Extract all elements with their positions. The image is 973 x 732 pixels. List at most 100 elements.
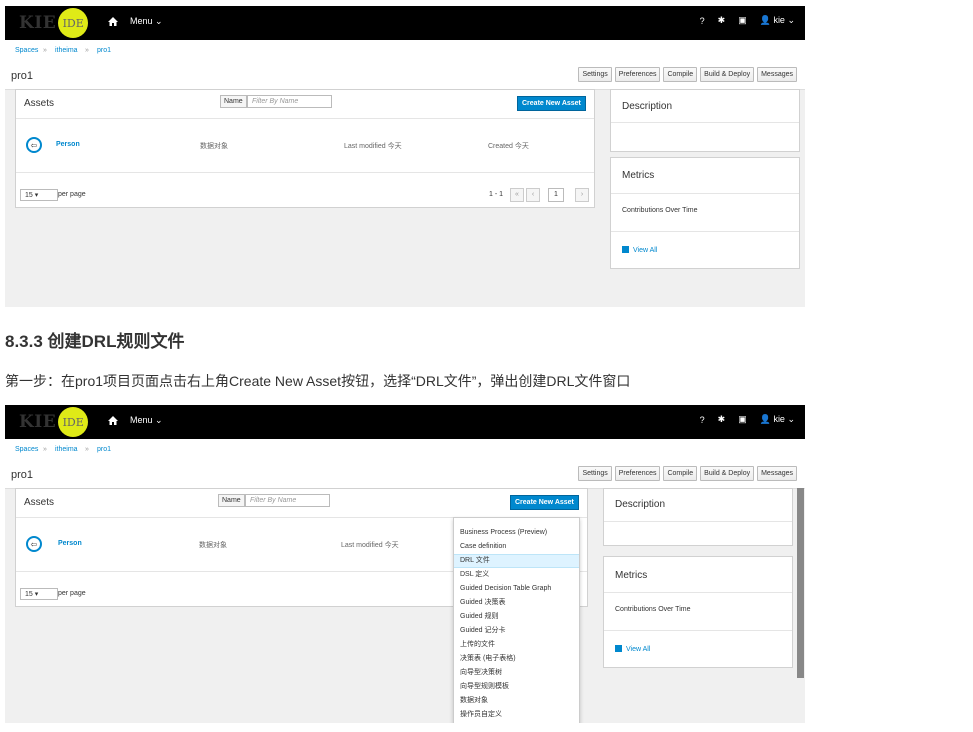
user-icon: 👤 xyxy=(759,15,771,25)
breadcrumb-sep: » xyxy=(85,47,89,54)
per-page-value: 15 xyxy=(25,591,33,598)
top-navbar: KIE IDE Menu ⌄ ? ✱ ▣ 👤 kie ⌄ xyxy=(5,405,805,439)
dropdown-item[interactable]: Business Process (Preview) xyxy=(454,526,579,540)
build-deploy-button[interactable]: Build & Deploy xyxy=(700,67,755,82)
messages-button[interactable]: Messages xyxy=(757,466,797,481)
compile-button[interactable]: Compile xyxy=(663,67,698,82)
compile-button[interactable]: Compile xyxy=(663,466,698,481)
home-icon[interactable] xyxy=(108,17,118,26)
help-icon[interactable]: ? xyxy=(700,16,705,26)
metrics-panel: Metrics Contributions Over Time View All xyxy=(610,157,800,269)
prev-page-button[interactable]: ‹ xyxy=(526,188,540,202)
view-all-link[interactable]: View All xyxy=(622,246,657,254)
per-page-select[interactable]: 15 ▾ xyxy=(20,189,58,201)
build-deploy-button[interactable]: Build & Deploy xyxy=(700,466,755,481)
logo-kie-text: KIE xyxy=(19,412,57,432)
dropdown-item[interactable]: Guided 决策表 xyxy=(454,596,579,610)
description-title: Description xyxy=(615,499,666,510)
vertical-scrollbar[interactable] xyxy=(797,488,804,678)
dropdown-item[interactable]: 向导型决策树 xyxy=(454,666,579,680)
menu-dropdown[interactable]: Menu ⌄ xyxy=(130,16,163,27)
breadcrumb-org[interactable]: itheima xyxy=(55,446,78,453)
user-menu[interactable]: 👤 kie ⌄ xyxy=(760,15,795,26)
metrics-title: Metrics xyxy=(622,170,655,181)
user-menu[interactable]: 👤 kie ⌄ xyxy=(760,414,795,425)
gear-icon[interactable]: ✱ xyxy=(718,15,726,26)
name-filter-label: Name xyxy=(220,95,247,108)
dropdown-item[interactable]: DRL 文件 xyxy=(454,554,579,568)
next-page-button[interactable]: › xyxy=(575,188,589,202)
dropdown-item[interactable]: Case definition xyxy=(454,540,579,554)
dropdown-item[interactable]: 向导型规则模板 xyxy=(454,680,579,694)
user-name: kie xyxy=(773,414,785,424)
help-icon[interactable]: ? xyxy=(700,415,705,425)
view-all-label: View All xyxy=(626,646,651,653)
dropdown-item[interactable]: 上传的文件 xyxy=(454,638,579,652)
name-filter-input[interactable]: Filter By Name xyxy=(247,95,332,108)
asset-created: Created 今天 xyxy=(488,143,529,150)
dropdown-item[interactable]: Guided 记分卡 xyxy=(454,624,579,638)
external-link-icon xyxy=(622,246,629,253)
section-heading: 8.3.3 创建DRL规则文件 xyxy=(5,332,185,351)
view-all-link[interactable]: View All xyxy=(615,645,650,653)
preferences-button[interactable]: Preferences xyxy=(614,67,661,82)
home-icon[interactable] xyxy=(108,416,118,425)
assets-title: Assets xyxy=(24,98,55,109)
breadcrumb-project[interactable]: pro1 xyxy=(97,47,111,54)
metrics-title: Metrics xyxy=(615,570,648,581)
breadcrumb-spaces[interactable]: Spaces xyxy=(15,446,38,453)
briefcase-icon[interactable]: ▣ xyxy=(738,414,747,425)
first-page-button[interactable]: « xyxy=(510,188,524,202)
menu-dropdown[interactable]: Menu ⌄ xyxy=(130,415,163,426)
dropdown-item[interactable]: 操作员自定义 xyxy=(454,708,579,722)
table-row[interactable]: ⇦ Person 数据对象 Last modified 今天 Created 今… xyxy=(16,118,594,173)
preferences-button[interactable]: Preferences xyxy=(614,466,661,481)
create-new-asset-button[interactable]: Create New Asset xyxy=(510,495,579,510)
name-filter-input[interactable]: Filter By Name xyxy=(245,494,330,507)
asset-name-link[interactable]: Person xyxy=(58,540,82,547)
gear-icon[interactable]: ✱ xyxy=(718,414,726,425)
dropdown-item[interactable]: DSL 定义 xyxy=(454,568,579,582)
data-object-icon: ⇦ xyxy=(26,137,42,153)
step-paragraph: 第一步：在pro1项目页面点击右上角Create New Asset按钮，选择“… xyxy=(5,373,631,389)
breadcrumb-spaces[interactable]: Spaces xyxy=(15,47,38,54)
asset-last-modified: Last modified 今天 xyxy=(344,143,402,150)
name-filter-label: Name xyxy=(218,494,245,507)
asset-type: 数据对象 xyxy=(199,542,227,549)
dropdown-item[interactable]: Guided Decision Table Graph xyxy=(454,582,579,596)
chevron-down-icon: ⌄ xyxy=(155,415,163,425)
page-title: pro1 xyxy=(11,70,34,82)
chevron-down-icon: ⌄ xyxy=(155,16,163,26)
breadcrumb-org[interactable]: itheima xyxy=(55,47,78,54)
dropdown-item[interactable]: Guided 规则 xyxy=(454,610,579,624)
data-object-icon: ⇦ xyxy=(26,536,42,552)
kie-ide-logo[interactable]: KIE IDE xyxy=(19,8,89,38)
briefcase-icon[interactable]: ▣ xyxy=(738,15,747,26)
top-navbar: KIE IDE Menu ⌄ ? ✱ ▣ 👤 kie ⌄ xyxy=(5,6,805,40)
asset-name-link[interactable]: Person xyxy=(56,141,80,148)
create-asset-dropdown-menu: Business Process (Preview) Case definitio… xyxy=(453,517,580,723)
contributions-label: Contributions Over Time xyxy=(615,606,691,613)
logo-kie-text: KIE xyxy=(19,13,57,33)
project-header: pro1 Settings Preferences Compile Build … xyxy=(5,61,805,90)
menu-label: Menu xyxy=(130,415,153,425)
breadcrumb-project[interactable]: pro1 xyxy=(97,446,111,453)
page-title: pro1 xyxy=(11,469,34,481)
dropdown-item[interactable]: 决策表 (电子表格) xyxy=(454,652,579,666)
asset-type: 数据对象 xyxy=(200,143,228,150)
per-page-label: per page xyxy=(58,590,86,597)
user-name: kie xyxy=(773,15,785,25)
per-page-value: 15 xyxy=(25,192,33,199)
page-number-input[interactable]: 1 xyxy=(548,188,564,202)
dropdown-item[interactable]: 数据对象 xyxy=(454,694,579,708)
settings-button[interactable]: Settings xyxy=(578,466,612,481)
settings-button[interactable]: Settings xyxy=(578,67,612,82)
assets-panel: Assets Name Filter By Name Create New As… xyxy=(15,89,595,208)
breadcrumb: Spaces » itheima » pro1 xyxy=(5,439,805,461)
messages-button[interactable]: Messages xyxy=(757,67,797,82)
per-page-select[interactable]: 15 ▾ xyxy=(20,588,58,600)
create-new-asset-button[interactable]: Create New Asset xyxy=(517,96,586,111)
kie-ide-logo[interactable]: KIE IDE xyxy=(19,407,89,437)
breadcrumb: Spaces » itheima » pro1 xyxy=(5,40,805,62)
assets-title: Assets xyxy=(24,497,55,508)
